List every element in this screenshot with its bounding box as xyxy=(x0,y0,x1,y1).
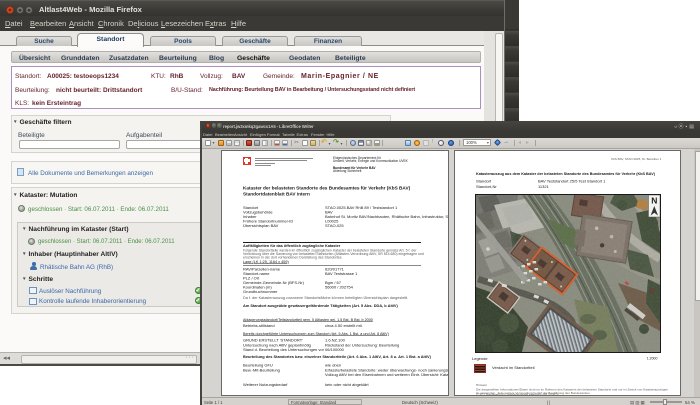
svg-text:N: N xyxy=(651,195,657,205)
